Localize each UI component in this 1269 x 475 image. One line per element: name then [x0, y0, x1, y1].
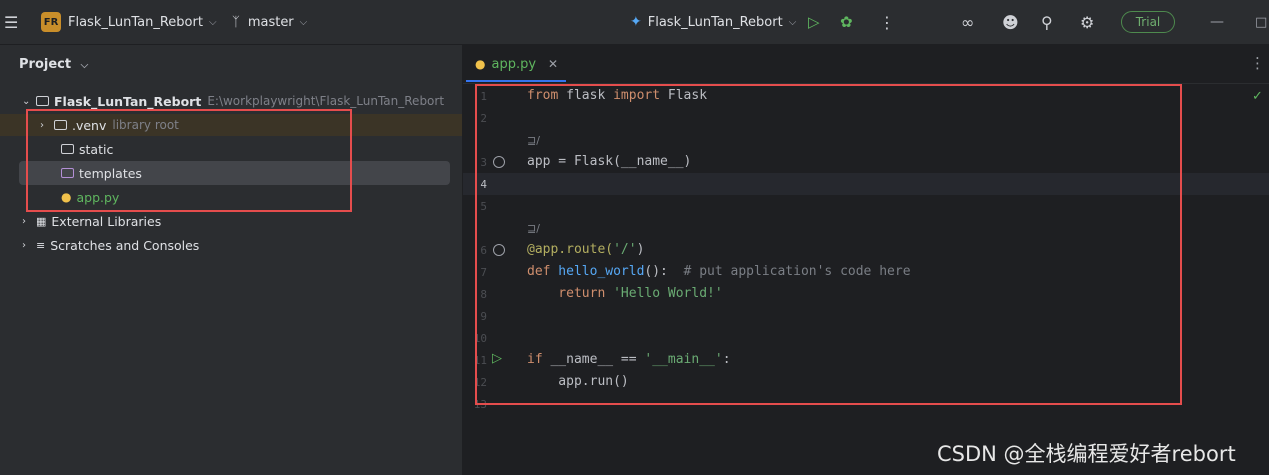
- tab-app-py[interactable]: ● app.py ✕: [475, 45, 558, 83]
- add-user-icon[interactable]: ☻: [1002, 0, 1019, 44]
- chevron-down-icon: ⌵: [80, 60, 89, 71]
- project-panel-header[interactable]: Project ⌵: [19, 57, 88, 72]
- run-config-name: Flask_LunTan_Rebort: [647, 14, 783, 30]
- editor-tabs: [463, 45, 1269, 84]
- branch-icon: ᛉ: [232, 14, 240, 30]
- project-switcher[interactable]: FR Flask_LunTan_Rebort ⌵: [41, 0, 217, 44]
- no-problems-check-icon: ✓: [1252, 89, 1263, 104]
- chevron-down-icon: ⌵: [208, 16, 217, 28]
- ai-assistant-icon[interactable]: ∞: [961, 0, 974, 44]
- annotation-box-code: [475, 84, 1182, 405]
- search-icon[interactable]: ⚲: [1041, 0, 1053, 44]
- more-actions-icon[interactable]: ⋮: [879, 0, 895, 44]
- project-badge: FR: [41, 12, 61, 32]
- folder-icon: [36, 96, 49, 106]
- root-path: E:\workplaywright\Flask_LunTan_Rebort: [207, 94, 445, 108]
- active-tab-indicator: [466, 80, 566, 82]
- minimize-icon[interactable]: —: [1210, 0, 1224, 44]
- close-icon[interactable]: ✕: [548, 57, 558, 71]
- settings-gear-icon[interactable]: ⚙: [1080, 0, 1094, 44]
- scratches-label: Scratches and Consoles: [50, 237, 200, 253]
- tree-external-libraries[interactable]: › ▦ External Libraries: [22, 210, 161, 232]
- scratches-icon: ≡: [36, 238, 46, 252]
- watermark: CSDN @全栈编程爱好者rebort: [937, 442, 1236, 466]
- flask-icon: ✦: [630, 14, 642, 30]
- chevron-down-icon: ⌵: [788, 16, 797, 28]
- trial-badge[interactable]: Trial: [1121, 11, 1175, 33]
- project-panel-title: Project: [19, 57, 72, 72]
- python-file-icon: ●: [475, 57, 486, 71]
- title-bar: ☰ FR Flask_LunTan_Rebort ⌵ ᛉ master ⌵ ✦ …: [0, 0, 1269, 45]
- library-icon: ▦: [36, 214, 47, 228]
- external-libraries-label: External Libraries: [51, 213, 162, 229]
- branch-name: master: [247, 14, 294, 30]
- debug-icon[interactable]: ✿: [840, 0, 853, 44]
- run-icon[interactable]: ▷: [808, 0, 820, 44]
- chevron-right-icon: ›: [22, 215, 26, 227]
- editor-more-icon[interactable]: ⋮: [1250, 54, 1265, 72]
- maximize-icon[interactable]: □: [1255, 0, 1267, 44]
- chevron-down-icon: ⌵: [299, 16, 308, 28]
- project-name: Flask_LunTan_Rebort: [68, 14, 203, 30]
- chevron-down-icon: ⌄: [22, 95, 31, 107]
- run-config-selector[interactable]: ✦ Flask_LunTan_Rebort ⌵: [630, 0, 796, 44]
- tab-label: app.py: [491, 56, 537, 72]
- chevron-right-icon: ›: [22, 239, 26, 251]
- tree-scratches[interactable]: › ≡ Scratches and Consoles: [22, 234, 199, 256]
- root-name: Flask_LunTan_Rebort: [54, 93, 202, 109]
- branch-switcher[interactable]: ᛉ master ⌵: [232, 0, 307, 44]
- main-menu-icon[interactable]: ☰: [4, 0, 18, 44]
- annotation-box-project-tree: [26, 109, 352, 212]
